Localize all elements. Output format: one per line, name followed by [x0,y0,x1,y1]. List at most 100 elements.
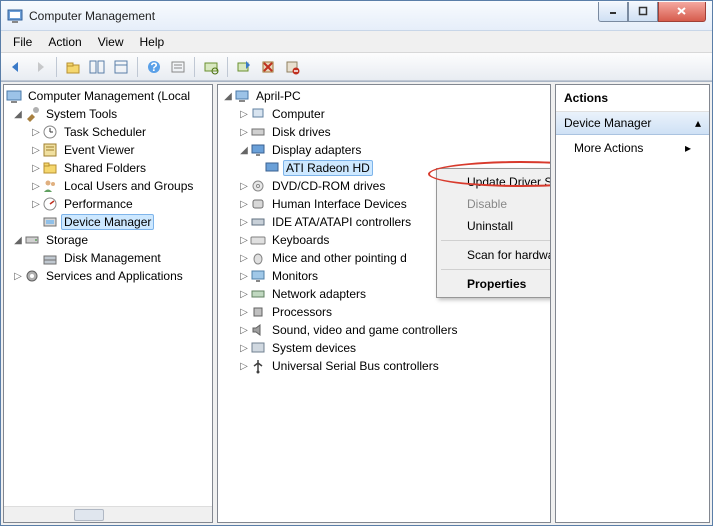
tree-root[interactable]: Computer Management (Local [4,87,212,105]
disable-driver-button[interactable] [281,56,303,78]
toolbar-separator [137,57,138,77]
expand-icon[interactable]: ▷ [238,199,250,210]
menu-help[interactable]: Help [132,33,173,51]
expand-icon[interactable]: ▷ [238,253,250,264]
device-display-adapters[interactable]: ◢Display adapters [218,141,550,159]
selected-device: ATI Radeon HD [283,160,373,176]
ctx-separator [441,269,551,270]
collapse-icon[interactable]: ◢ [12,235,24,246]
back-button[interactable] [5,56,27,78]
sound-icon [250,322,266,338]
ctx-update-driver[interactable]: Update Driver Software... [439,171,551,193]
usb-icon [250,358,266,374]
device-tree[interactable]: ◢April-PC ▷Computer ▷Disk drives ◢Displa… [218,85,550,522]
titlebar[interactable]: Computer Management [1,1,712,31]
expand-icon[interactable]: ▷ [238,235,250,246]
expand-icon[interactable]: ▷ [30,181,42,192]
menu-file[interactable]: File [5,33,40,51]
device-sound[interactable]: ▷Sound, video and game controllers [218,321,550,339]
expand-icon[interactable]: ▷ [12,271,24,282]
cpu-icon [250,304,266,320]
menubar: File Action View Help [1,31,712,53]
tree-event-viewer[interactable]: ▷Event Viewer [4,141,212,159]
gpu-icon [264,160,280,176]
expand-icon[interactable]: ▷ [238,109,250,120]
device-disk-drives[interactable]: ▷Disk drives [218,123,550,141]
tree-storage[interactable]: ◢Storage [4,231,212,249]
disk-mgmt-icon [42,250,58,266]
svg-text:?: ? [150,60,157,74]
expand-icon[interactable]: ▷ [238,325,250,336]
device-root[interactable]: ◢April-PC [218,87,550,105]
device-computer[interactable]: ▷Computer [218,105,550,123]
close-button[interactable] [658,2,706,22]
clock-icon [42,124,58,140]
expand-icon[interactable]: ▷ [238,271,250,282]
actions-section-label: Device Manager [564,116,651,130]
pc-icon [250,106,266,122]
scrollbar-thumb[interactable] [74,509,104,521]
expand-icon[interactable]: ▷ [238,127,250,138]
actions-section[interactable]: Device Manager ▴ [556,112,709,135]
collapse-icon[interactable]: ◢ [238,145,250,156]
toolbar-separator [227,57,228,77]
expand-icon[interactable]: ▷ [238,217,250,228]
device-tree-pane: ◢April-PC ▷Computer ▷Disk drives ◢Displa… [217,84,551,523]
context-menu: Update Driver Software... Disable Uninst… [436,168,551,298]
up-button[interactable] [62,56,84,78]
tree-system-tools[interactable]: ◢System Tools [4,105,212,123]
device-processors[interactable]: ▷Processors [218,303,550,321]
actions-more-label: More Actions [574,141,643,155]
menu-action[interactable]: Action [40,33,89,51]
help-button[interactable]: ? [143,56,165,78]
show-hide-tree-button[interactable] [86,56,108,78]
expand-icon[interactable]: ▷ [238,181,250,192]
tree-disk-management[interactable]: Disk Management [4,249,212,267]
ctx-separator [441,240,551,241]
properties-toolbar-button[interactable] [110,56,132,78]
window-title: Computer Management [29,9,598,23]
toolbar-icon[interactable] [167,56,189,78]
expand-icon[interactable]: ▷ [30,199,42,210]
device-system[interactable]: ▷System devices [218,339,550,357]
tree-shared-folders[interactable]: ▷Shared Folders [4,159,212,177]
monitor-icon [250,268,266,284]
tree-device-manager[interactable]: Device Manager [4,213,212,231]
selected-item: Device Manager [61,214,154,230]
expand-icon[interactable]: ▷ [30,163,42,174]
horizontal-scrollbar[interactable] [4,506,212,522]
console-tree[interactable]: Computer Management (Local ◢System Tools… [4,85,212,506]
expand-icon[interactable]: ▷ [30,145,42,156]
maximize-button[interactable] [628,2,658,22]
tools-icon [24,106,40,122]
tree-task-scheduler[interactable]: ▷Task Scheduler [4,123,212,141]
minimize-button[interactable] [598,2,628,22]
ctx-uninstall[interactable]: Uninstall [439,215,551,237]
expand-icon[interactable]: ▷ [238,343,250,354]
expand-icon[interactable]: ▷ [238,289,250,300]
tree-performance[interactable]: ▷Performance [4,195,212,213]
window-buttons [598,2,706,22]
expand-icon[interactable]: ▷ [238,361,250,372]
actions-more[interactable]: More Actions ▸ [556,135,709,161]
ctx-disable[interactable]: Disable [439,193,551,215]
collapse-icon[interactable]: ◢ [222,91,234,102]
hid-icon [250,196,266,212]
scan-hardware-button[interactable] [200,56,222,78]
tree-services-apps[interactable]: ▷Services and Applications [4,267,212,285]
ctx-scan[interactable]: Scan for hardware changes [439,244,551,266]
device-usb[interactable]: ▷Universal Serial Bus controllers [218,357,550,375]
collapse-icon[interactable]: ◢ [12,109,24,120]
expand-icon[interactable]: ▷ [30,127,42,138]
tree-local-users[interactable]: ▷Local Users and Groups [4,177,212,195]
computer-mgmt-icon [6,88,22,104]
toolbar-separator [194,57,195,77]
ctx-properties[interactable]: Properties [439,273,551,295]
uninstall-driver-button[interactable] [257,56,279,78]
update-driver-button[interactable] [233,56,255,78]
menu-view[interactable]: View [90,33,132,51]
computer-icon [234,88,250,104]
expand-icon[interactable]: ▷ [238,307,250,318]
ide-icon [250,214,266,230]
forward-button[interactable] [29,56,51,78]
